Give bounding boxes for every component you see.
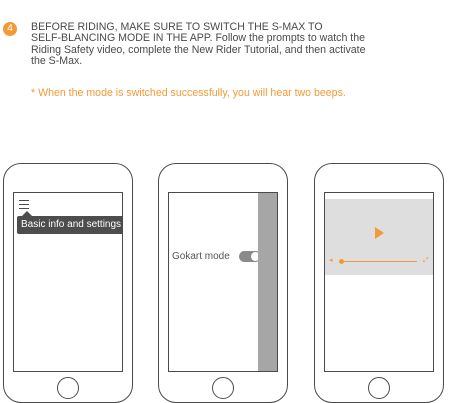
fullscreen-icon[interactable]: ⤢ — [423, 257, 430, 264]
home-button-icon — [212, 377, 234, 399]
phone-illustration-safety-video: ◂ ⤢ — [314, 163, 444, 403]
phone-screen: Gokart mode — [168, 192, 278, 372]
instruction-text: BEFORE RIDING, MAKE SURE TO SWITCH THE S… — [31, 22, 451, 68]
hamburger-menu-icon[interactable] — [19, 200, 29, 209]
volume-icon[interactable]: ◂ — [329, 257, 335, 264]
instruction-line: Riding Safety video, complete the New Ri… — [31, 43, 366, 56]
home-button-icon — [368, 377, 390, 399]
phone-illustration-gokart-mode: Gokart mode — [158, 163, 288, 403]
play-icon[interactable] — [375, 227, 384, 239]
phone-screen: Basic info and settings — [13, 192, 123, 372]
home-button-icon — [57, 377, 79, 399]
beep-note: * When the mode is switched successfully… — [31, 87, 346, 99]
basic-info-settings-tooltip: Basic info and settings — [17, 216, 122, 234]
progress-knob[interactable] — [339, 259, 344, 264]
instruction-line: the S-Max. — [31, 55, 83, 68]
video-progress-bar[interactable] — [341, 261, 417, 262]
phone-screen: ◂ ⤢ — [324, 192, 434, 372]
gokart-mode-label: Gokart mode — [172, 251, 230, 262]
step-number-badge: 4 — [3, 22, 17, 36]
side-panel — [258, 193, 277, 371]
phone-illustration-settings: Basic info and settings — [3, 163, 133, 403]
video-player[interactable]: ◂ ⤢ — [325, 199, 433, 275]
